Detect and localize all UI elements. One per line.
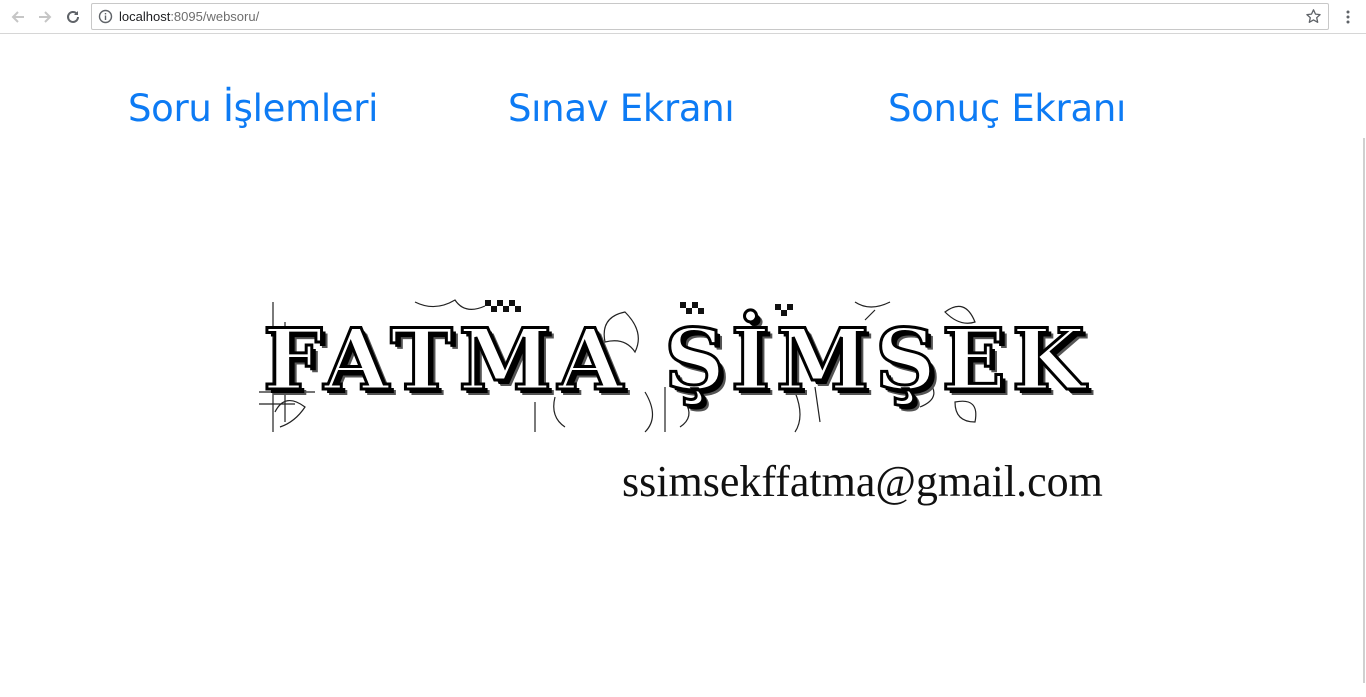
arrow-right-icon	[39, 11, 52, 23]
info-icon[interactable]	[98, 9, 113, 24]
nav-link-sonuc-ekrani[interactable]: Sonuç Ekranı	[888, 86, 1126, 132]
name-logo: FATMA ŞİMŞEK	[255, 292, 1091, 440]
back-button[interactable]	[6, 5, 30, 29]
contact-email: ssimsekffatma@gmail.com	[622, 457, 1103, 506]
forward-button[interactable]	[33, 5, 57, 29]
address-bar[interactable]: localhost:8095/websoru/	[91, 3, 1329, 30]
url-path: :8095/websoru/	[170, 9, 260, 24]
logo-text: FATMA ŞİMŞEK	[262, 309, 1091, 411]
url-text[interactable]: localhost:8095/websoru/	[119, 8, 259, 25]
star-icon[interactable]	[1305, 8, 1322, 25]
browser-menu-button[interactable]	[1338, 7, 1358, 27]
more-vert-icon	[1346, 10, 1350, 24]
reload-icon	[67, 10, 79, 23]
nav-link-sinav-ekrani[interactable]: Sınav Ekranı	[508, 86, 735, 132]
arrow-left-icon	[11, 11, 24, 23]
reload-button[interactable]	[61, 5, 85, 29]
browser-toolbar: localhost:8095/websoru/	[0, 0, 1366, 34]
nav-link-soru-islemleri[interactable]: Soru İşlemleri	[128, 86, 378, 132]
url-host: localhost	[119, 9, 171, 24]
scrollbar[interactable]	[1363, 138, 1365, 683]
